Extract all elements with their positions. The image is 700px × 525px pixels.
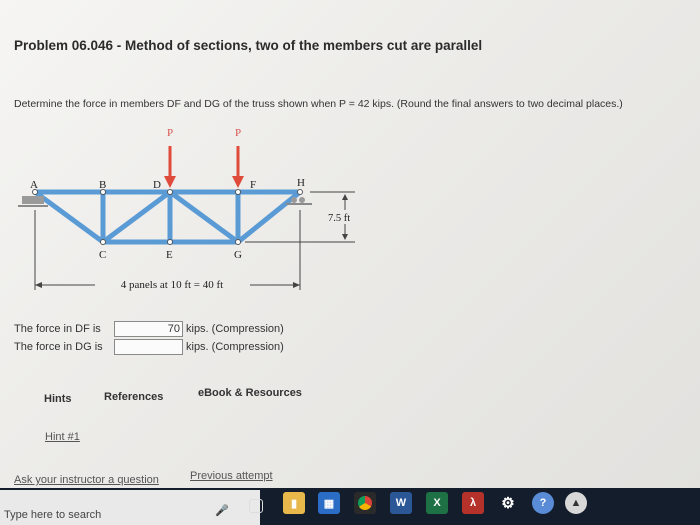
previous-attempt-link[interactable]: Previous attempt xyxy=(190,470,273,482)
tab-ebook-resources[interactable]: eBook & Resources xyxy=(198,387,302,399)
node-label-d: D xyxy=(153,179,161,191)
height-dimension-label: 7.5 ft xyxy=(328,213,350,224)
tab-hints[interactable]: Hints xyxy=(44,393,72,405)
node-label-e: E xyxy=(166,249,173,261)
load-label-2: P xyxy=(235,127,241,139)
member-ac xyxy=(32,189,106,245)
df-force-input[interactable]: 70 xyxy=(114,321,183,337)
word-icon[interactable]: W xyxy=(390,492,412,514)
help-icon[interactable]: ? xyxy=(532,492,554,514)
answer-label-df: The force in DF is xyxy=(14,323,101,335)
file-explorer-icon[interactable]: ▮ xyxy=(283,492,305,514)
settings-icon[interactable]: ⚙ xyxy=(497,492,519,514)
node-label-f: F xyxy=(250,179,256,191)
acrobat-icon[interactable]: λ xyxy=(462,492,484,514)
truss-diagram: P P A B D F H C E G 7.5 ft 4 panels at 1… xyxy=(18,127,355,291)
chrome-icon[interactable] xyxy=(354,492,376,514)
truss-members xyxy=(32,189,303,245)
answer-label-dg: The force in DG is xyxy=(14,341,103,353)
node-label-b: B xyxy=(99,179,106,191)
member-dg xyxy=(167,189,241,245)
problem-page: Problem 06.046 - Method of sections, two… xyxy=(0,0,700,488)
left-support xyxy=(18,196,48,207)
node-label-a: A xyxy=(30,179,38,191)
tab-references[interactable]: References xyxy=(104,391,163,403)
hint-1-link[interactable]: Hint #1 xyxy=(45,431,80,443)
mic-icon[interactable]: 🎤 xyxy=(215,504,229,517)
node-label-c: C xyxy=(99,249,106,261)
excel-icon[interactable]: X xyxy=(426,492,448,514)
problem-question: Determine the force in members DF and DG… xyxy=(14,98,623,110)
task-view-icon[interactable] xyxy=(249,499,263,513)
taskbar-search-placeholder: Type here to search xyxy=(4,509,102,521)
store-icon[interactable]: ▦ xyxy=(318,492,340,514)
answer-row-dg: The force in DG is kips. (Compression) xyxy=(14,339,284,355)
answer-unit-dg: kips. (Compression) xyxy=(186,341,284,353)
member-cd xyxy=(100,189,173,245)
load-arrows xyxy=(164,146,244,188)
node-label-h: H xyxy=(297,177,305,189)
dg-force-input[interactable] xyxy=(114,339,183,355)
load-label-1: P xyxy=(167,127,173,139)
problem-title: Problem 06.046 - Method of sections, two… xyxy=(14,38,483,53)
member-gh xyxy=(235,189,303,245)
ask-instructor-link[interactable]: Ask your instructor a question xyxy=(14,474,159,486)
feedback-icon[interactable]: ▲ xyxy=(565,492,587,514)
node-label-g: G xyxy=(234,249,242,261)
answer-unit-df: kips. (Compression) xyxy=(186,323,284,335)
span-dimension-label: 4 panels at 10 ft = 40 ft xyxy=(121,279,223,291)
taskbar-search-box[interactable]: Type here to search 🎤 xyxy=(0,490,260,525)
answer-row-df: The force in DF is 70 kips. (Compression… xyxy=(14,321,284,337)
